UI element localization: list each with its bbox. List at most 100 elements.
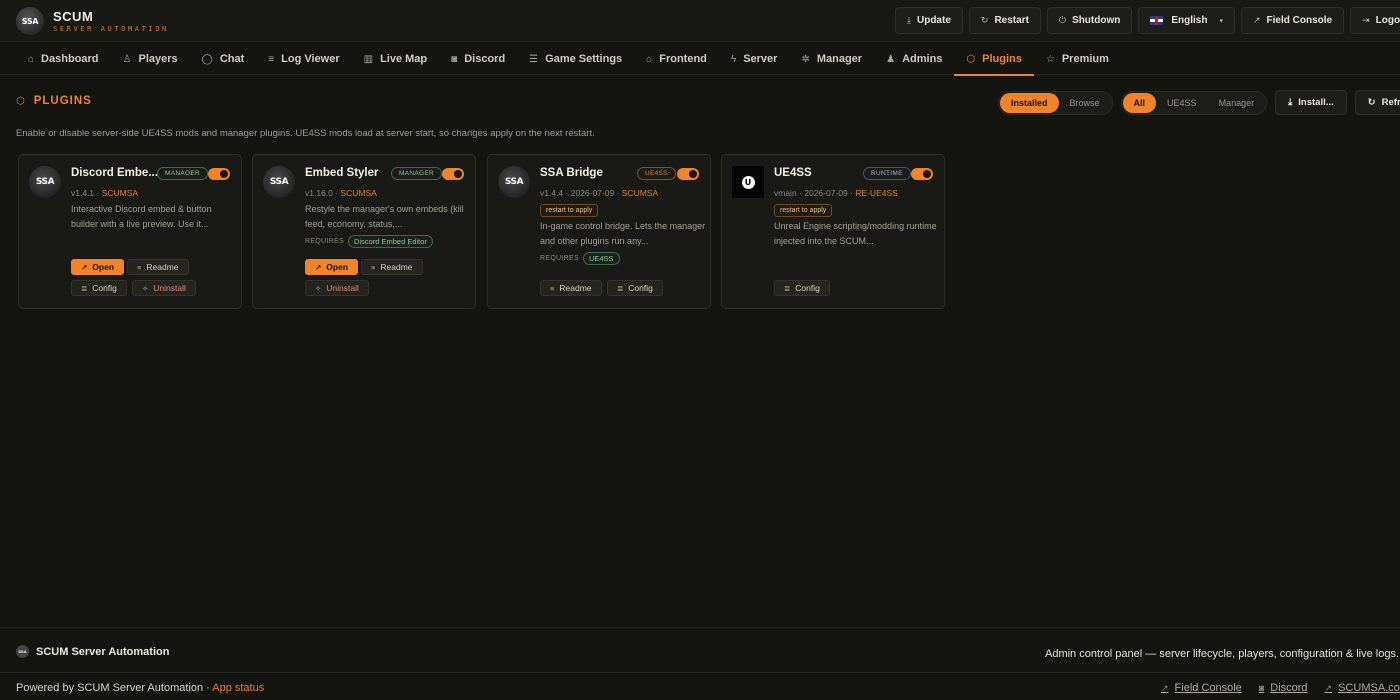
header-actions: ⤓ Update ↻ Restart ⏻ Shutdown English ▾ …: [895, 7, 1400, 34]
footer-link-discord[interactable]: ◙ Discord: [1259, 682, 1308, 694]
tab-admins[interactable]: ♟ Admins: [874, 43, 954, 75]
button-label: Readme: [559, 283, 592, 293]
plugin-meta: v1.4.1 · SCUMSA: [71, 188, 139, 198]
footer-bar: Powered by SCUM Server Automation · App …: [0, 674, 1400, 700]
filter-installed[interactable]: Installed: [1000, 92, 1059, 113]
field-console-button[interactable]: ↗ Field Console: [1241, 7, 1345, 34]
power-icon: ⏻: [1058, 15, 1067, 25]
discord-icon: ◙: [1258, 683, 1265, 693]
tab-discord[interactable]: ◙ Discord: [439, 43, 517, 75]
tab-chat[interactable]: ◯ Chat: [190, 43, 257, 75]
chevron-down-icon: ▾: [1219, 17, 1223, 25]
footer: SSA SCUM Server Automation Admin control…: [0, 627, 1400, 673]
config-button[interactable]: ≣ Config: [774, 280, 830, 296]
readme-button[interactable]: ≡ Readme: [540, 280, 602, 296]
user-icon: ♙: [122, 53, 132, 65]
tab-plugins[interactable]: ⬡ Plugins: [954, 43, 1035, 76]
plugin-icon: ⬡: [16, 95, 26, 107]
tab-dashboard[interactable]: ⌂ Dashboard: [16, 43, 111, 75]
shutdown-button[interactable]: ⏻ Shutdown: [1046, 7, 1133, 34]
plugin-author[interactable]: SCUMSA: [340, 188, 376, 198]
tab-game-settings[interactable]: ☰ Game Settings: [517, 43, 634, 75]
link-label: SCUMSA.com: [1338, 682, 1400, 694]
config-icon: ≣: [81, 283, 88, 293]
tab-frontend[interactable]: ⌂ Frontend: [634, 43, 719, 75]
gear-icon: ✲: [801, 53, 810, 65]
language-select[interactable]: English ▾: [1138, 7, 1235, 34]
footer-link-website[interactable]: ↗ SCUMSA.com: [1325, 682, 1400, 694]
plugin-name: UE4SS: [774, 167, 812, 179]
plugin-logo: SSA: [29, 166, 61, 198]
plugin-author[interactable]: SCUMSA: [102, 188, 138, 198]
filter-browse[interactable]: Browse: [1059, 93, 1111, 113]
plugin-author[interactable]: SCUMSA: [622, 188, 658, 198]
tab-label: Premium: [1061, 53, 1109, 65]
link-label: Field Console: [1174, 682, 1242, 694]
plugin-author[interactable]: RE-UE4SS: [855, 188, 898, 198]
plugin-enable-toggle[interactable]: [677, 168, 699, 180]
star-icon: ☆: [1045, 53, 1055, 65]
button-label: Open: [92, 262, 115, 272]
tab-label: Frontend: [659, 53, 707, 65]
footer-link-field-console[interactable]: ↗ Field Console: [1161, 682, 1242, 694]
uninstall-button[interactable]: ✧ Uninstall: [132, 280, 196, 296]
tab-log-viewer[interactable]: ≡ Log Viewer: [256, 43, 351, 75]
app-status-link[interactable]: App status: [212, 682, 264, 694]
plugin-logo: SSA: [498, 166, 530, 198]
tab-live-map[interactable]: ▥ Live Map: [352, 43, 440, 75]
tab-label: Players: [138, 53, 178, 65]
readme-button[interactable]: ≡ Readme: [127, 259, 189, 275]
open-button[interactable]: ↗ Open: [305, 259, 359, 275]
open-button[interactable]: ↗ Open: [71, 259, 125, 275]
powered-by-text: Powered by SCUM Server Automation ·: [16, 682, 213, 694]
plugin-meta: v1.16.0 · SCUMSA: [305, 188, 377, 198]
tab-label: Plugins: [982, 53, 1022, 65]
uninstall-button[interactable]: ✧ Uninstall: [305, 280, 369, 296]
tab-players[interactable]: ♙ Players: [111, 43, 190, 75]
footer-brand-name: SCUM Server Automation: [36, 645, 170, 658]
requires-tag[interactable]: UE4SS: [582, 252, 620, 265]
filter-all[interactable]: All: [1122, 92, 1157, 113]
admins-icon: ♟: [886, 53, 896, 65]
requires-tag[interactable]: Discord Embed Editor: [347, 235, 433, 248]
logout-label: Logout: [1375, 15, 1400, 26]
plugins-description: Enable or disable server-side UE4SS mods…: [16, 128, 595, 139]
plugin-type-badge: UE4SS: [637, 167, 676, 180]
plugin-version: vmain: [774, 188, 797, 198]
restart-to-apply-chip: restart to apply: [540, 204, 599, 217]
update-button[interactable]: ⤓ Update: [895, 7, 963, 34]
sliders-icon: ☰: [529, 53, 539, 65]
shutdown-label: Shutdown: [1072, 15, 1121, 26]
view-filter: Installed Browse: [998, 90, 1113, 115]
filter-ue4ss[interactable]: UE4SS: [1156, 93, 1208, 113]
filter-manager[interactable]: Manager: [1208, 93, 1266, 113]
plugin-meta: vmain · 2026-07-09 · RE-UE4SS: [774, 188, 898, 198]
uk-flag-icon: [1150, 16, 1164, 25]
plugin-description: In-game control bridge. Lets the manager…: [540, 221, 706, 246]
refresh-label: Refresh: [1381, 97, 1400, 108]
readme-button[interactable]: ≡ Readme: [361, 259, 423, 275]
plugin-version: v1.16.0: [305, 188, 333, 198]
plugin-enable-toggle[interactable]: [208, 168, 230, 180]
restart-button[interactable]: ↻ Restart: [968, 7, 1041, 34]
tab-premium[interactable]: ☆ Premium: [1034, 43, 1121, 75]
brand[interactable]: SSA SCUM SERVER AUTOMATION: [16, 7, 169, 35]
document-icon: ≡: [550, 283, 555, 293]
list-icon: ≡: [268, 53, 275, 65]
plugin-enable-toggle[interactable]: [911, 168, 933, 180]
tab-server[interactable]: ϟ Server: [719, 43, 790, 75]
refresh-button[interactable]: ↻ Refresh: [1354, 90, 1400, 115]
install-button[interactable]: ⤓ Install...: [1275, 90, 1347, 115]
logout-button[interactable]: ⇥ Logout: [1350, 7, 1400, 34]
config-button[interactable]: ≣ Config: [71, 280, 127, 296]
download-icon: ⤓: [907, 15, 911, 25]
bolt-icon: ϟ: [730, 53, 737, 65]
config-button[interactable]: ≣ Config: [607, 280, 663, 296]
top-bar: SSA SCUM SERVER AUTOMATION ⤓ Update ↻ Re…: [0, 0, 1400, 42]
footer-tagline: Admin control panel — server lifecycle, …: [1045, 648, 1399, 660]
config-icon: ≣: [617, 283, 624, 293]
plugin-enable-toggle[interactable]: [442, 168, 464, 180]
external-link-icon: ↗: [315, 262, 322, 272]
tab-manager[interactable]: ✲ Manager: [789, 43, 874, 75]
restart-icon: ↻: [980, 15, 989, 25]
